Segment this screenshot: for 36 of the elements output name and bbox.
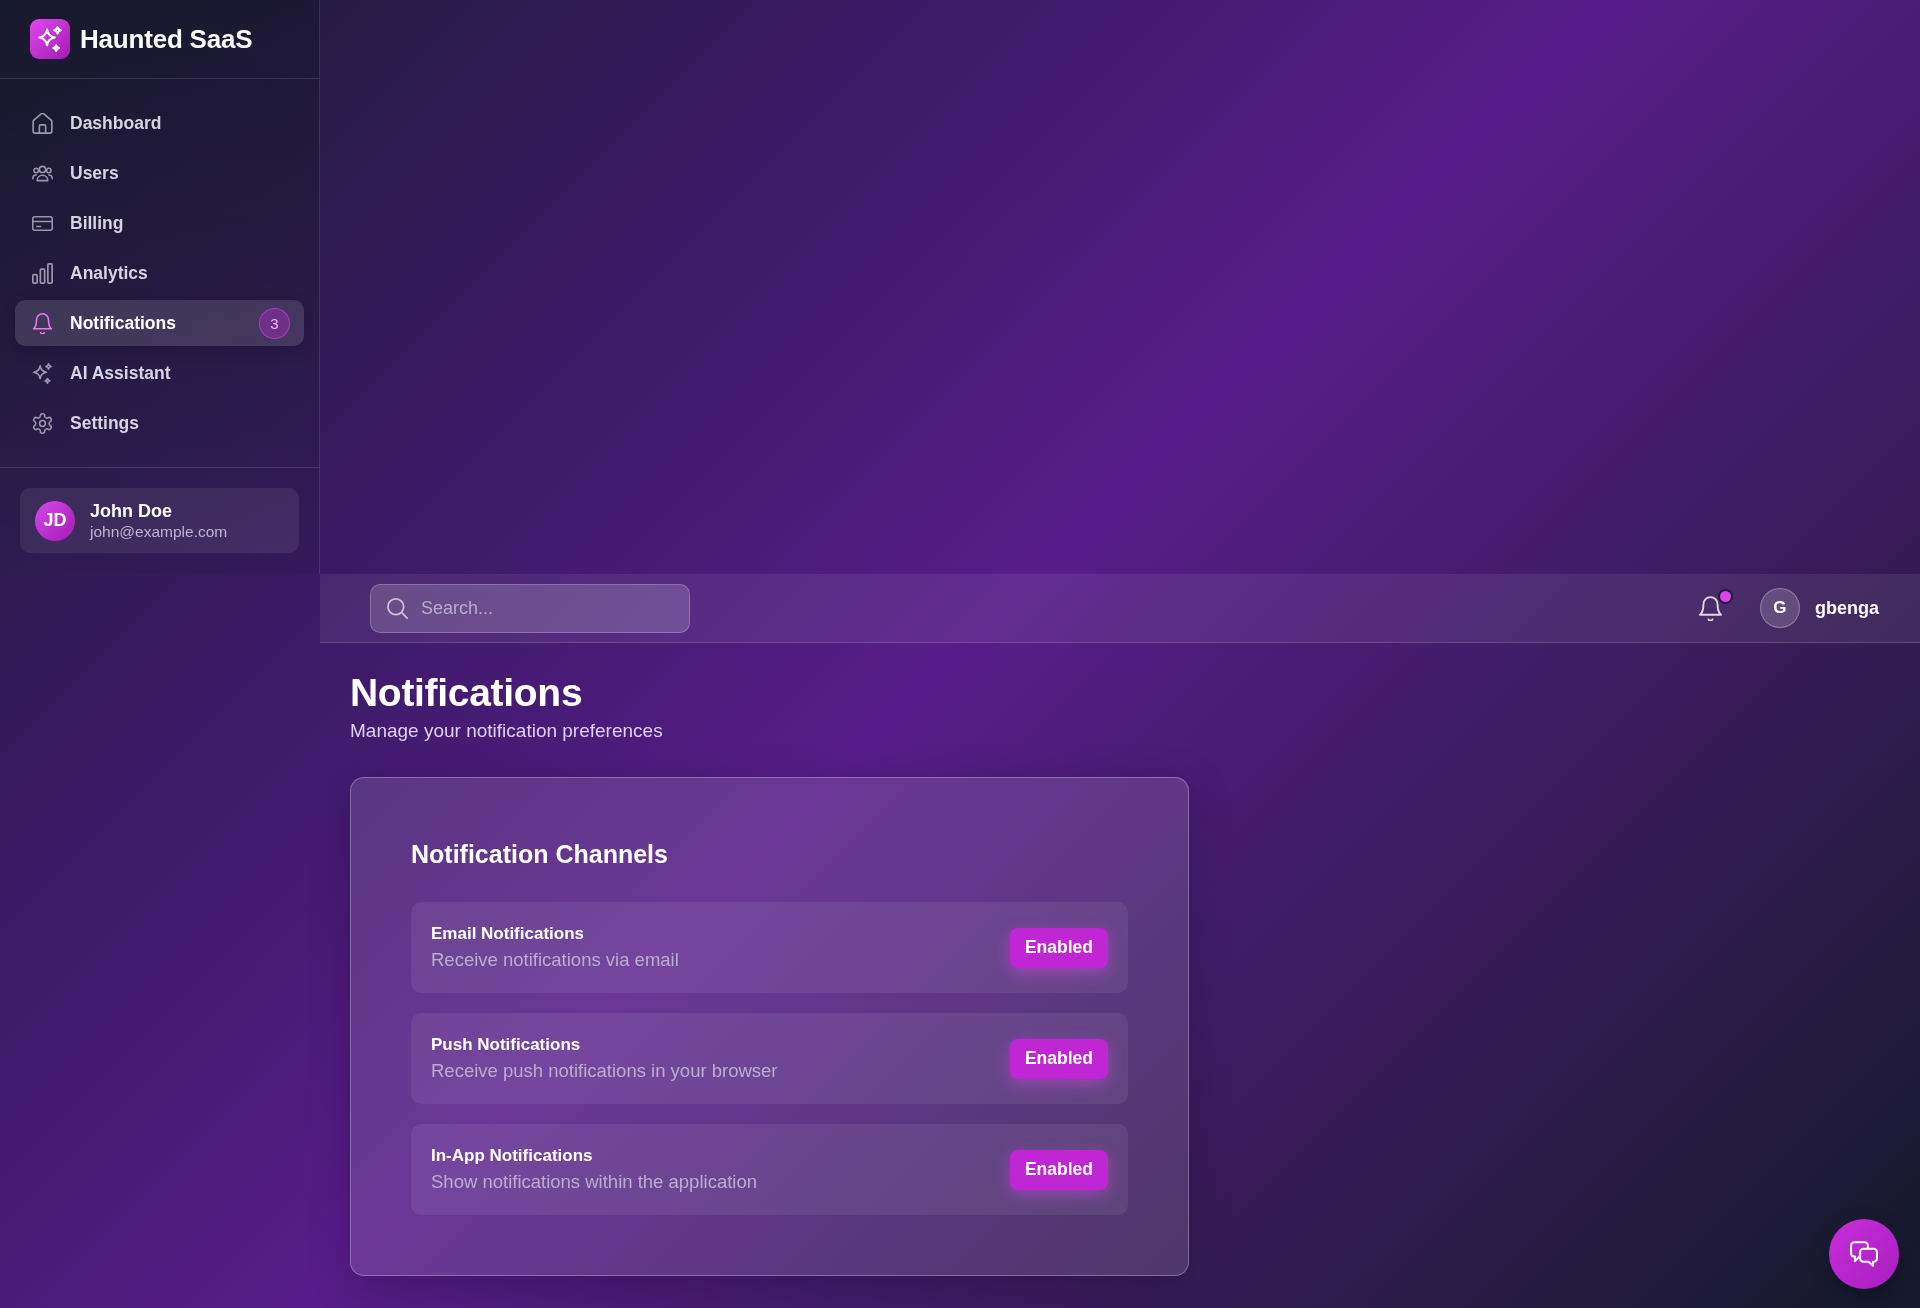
nav-item[interactable]: Analytics [15,250,304,296]
page-subtitle: Manage your notification preferences [350,719,663,743]
nav-item[interactable]: Notifications 3 [15,300,304,346]
toggle-button[interactable]: Enabled [1009,1149,1108,1190]
bell-icon [32,312,53,334]
nav-item[interactable]: Billing [15,200,304,246]
home-icon [32,112,53,134]
count-badge: 3 [259,307,290,339]
channel-description: Receive notifications via email [431,948,679,972]
bell-icon[interactable] [1699,595,1722,621]
channel-title: Push Notifications [431,1034,581,1056]
nav-item[interactable]: Settings [15,400,304,446]
toggle-button[interactable]: Enabled [1009,927,1108,968]
card-title: Notification Channels [411,839,668,869]
sparkles-icon [32,362,53,384]
channel-description: Show notifications within the application [431,1170,757,1194]
channel-description: Receive push notifications in your browser [431,1059,778,1083]
user-card[interactable]: JD John Doe john@example.com [20,488,299,553]
chat-bubbles-icon [1850,1241,1878,1267]
user-email: john@example.com [90,521,228,542]
user-avatar: JD [35,500,75,541]
brand-name: Haunted SaaS [80,23,253,55]
username[interactable]: gbenga [1815,597,1879,619]
page-title: Notifications [350,670,583,716]
channel-title: In-App Notifications [431,1145,593,1167]
nav-item[interactable]: AI Assistant [15,350,304,396]
search-icon [387,597,408,619]
user-avatar[interactable]: G [1760,588,1800,628]
nav-item[interactable]: Dashboard [15,100,304,146]
bar-chart-icon [32,262,53,284]
user-name: John Doe [90,499,173,522]
toggle-button[interactable]: Enabled [1009,1038,1108,1079]
channel-title: Email Notifications [431,923,585,945]
sparkles-logo-icon [30,19,70,59]
settings-icon [32,412,53,434]
nav-item[interactable]: Users [15,150,304,196]
